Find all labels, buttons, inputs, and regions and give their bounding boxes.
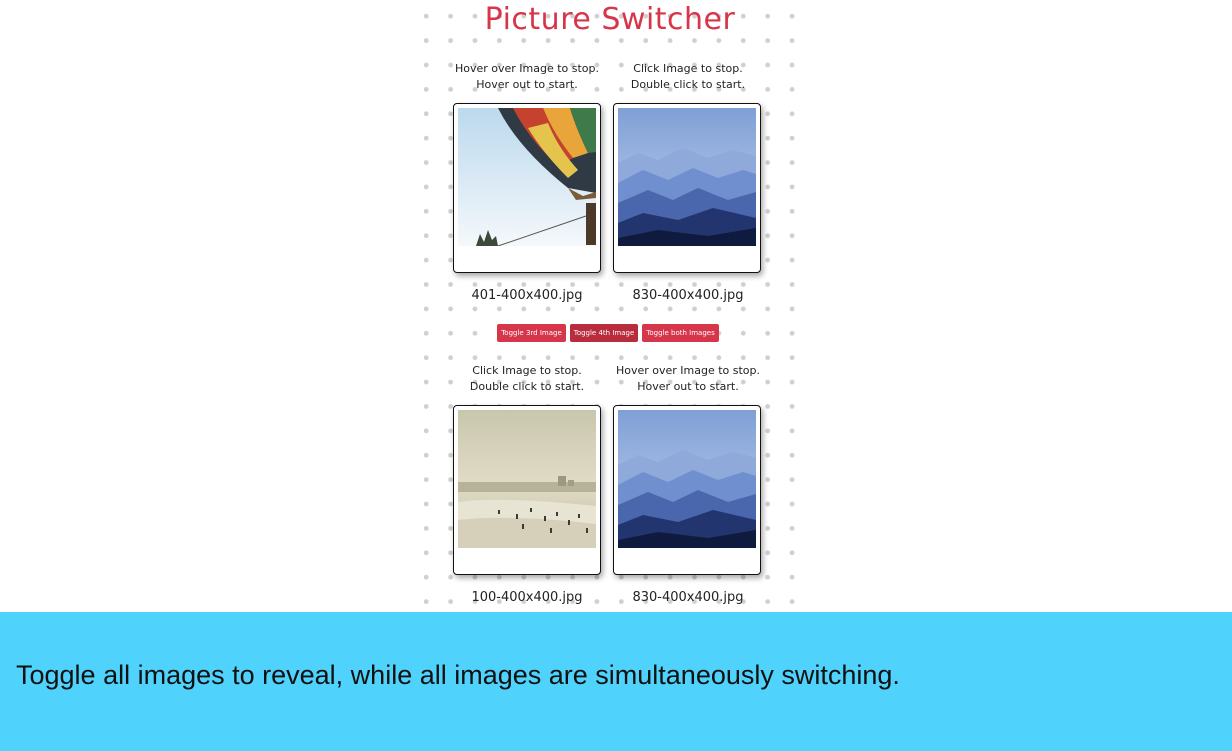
- hot-air-balloon-image[interactable]: [458, 108, 596, 246]
- card-3-caption: Click Image to stop. Double click to sta…: [469, 364, 585, 393]
- toggle-4th-image-button[interactable]: Toggle 4th Image: [570, 324, 638, 342]
- card-1-frame[interactable]: [453, 103, 601, 273]
- card-1-filename: 401-400x400.jpg: [471, 288, 583, 303]
- card-1-caption: Hover over Image to stop. Hover out to s…: [454, 62, 600, 91]
- card-2-filename: 830-400x400.jpg: [632, 288, 744, 303]
- page-title: Picture Switcher: [484, 2, 736, 37]
- toggle-3rd-image-button[interactable]: Toggle 3rd Image: [497, 324, 566, 342]
- blue-mountains-image[interactable]: [618, 410, 756, 548]
- card-4-frame[interactable]: [613, 405, 761, 575]
- card-2-frame[interactable]: [613, 103, 761, 273]
- card-4-filename: 830-400x400.jpg: [632, 590, 744, 605]
- caption-banner-text: Toggle all images to reveal, while all i…: [16, 660, 900, 690]
- blue-mountains-image[interactable]: [618, 108, 756, 246]
- card-3-frame[interactable]: [453, 405, 601, 575]
- card-3-filename: 100-400x400.jpg: [471, 590, 583, 605]
- card-4-caption: Hover over Image to stop. Hover out to s…: [615, 364, 761, 393]
- beach-scene-image[interactable]: [458, 410, 596, 548]
- toggle-both-images-button[interactable]: Toggle both Images: [642, 324, 719, 342]
- card-2-caption: Click Image to stop. Double click to sta…: [630, 62, 746, 91]
